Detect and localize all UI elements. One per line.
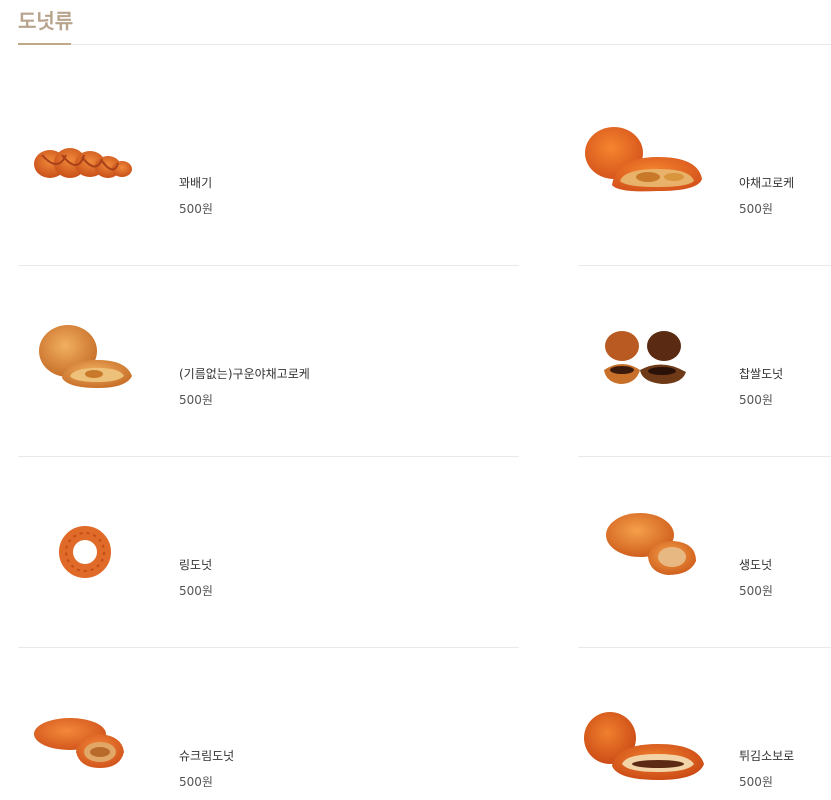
product-price: 500원 xyxy=(739,775,773,789)
product-item[interactable]: 찹쌀도넛 500원 xyxy=(578,266,831,457)
product-price: 500원 xyxy=(739,584,773,598)
product-item[interactable]: (기름없는)구운야채고로케 500원 xyxy=(18,266,519,457)
product-price: 500원 xyxy=(739,393,773,407)
product-name[interactable]: 생도넛 xyxy=(739,557,773,573)
ring-donut-icon[interactable] xyxy=(18,457,158,647)
product-item[interactable]: 야채고로케 500원 xyxy=(578,75,831,266)
product-grid: 꽈배기 500원 야채고로케 500원 (기름없는)구운야채고로케 500원 찹… xyxy=(0,45,831,800)
product-price: 500원 xyxy=(179,775,213,789)
vegetable-croquette-icon[interactable] xyxy=(578,75,718,265)
category-title: 도넛류 xyxy=(18,9,74,33)
product-name[interactable]: (기름없는)구운야채고로케 xyxy=(179,366,310,382)
product-name[interactable]: 야채고로케 xyxy=(739,175,794,191)
product-name[interactable]: 찹쌀도넛 xyxy=(739,366,783,382)
bakery-menu-page: 도넛류 꽈배기 500원 야채고로케 500원 (기름없는)구운야채고로케 50… xyxy=(0,0,831,800)
custard-donut-icon[interactable] xyxy=(18,648,158,800)
twisted-donut-icon[interactable] xyxy=(18,75,158,265)
product-price: 500원 xyxy=(179,584,213,598)
product-name[interactable]: 슈크림도넛 xyxy=(179,748,234,764)
fried-soboro-icon[interactable] xyxy=(578,648,718,800)
product-name[interactable]: 꽈배기 xyxy=(179,175,213,191)
cream-donut-icon[interactable] xyxy=(578,457,718,647)
baked-croquette-icon[interactable] xyxy=(18,266,158,456)
glutinous-rice-donut-icon[interactable] xyxy=(578,266,718,456)
product-item[interactable]: 링도넛 500원 xyxy=(18,457,519,648)
product-item[interactable]: 튀김소보로 500원 xyxy=(578,648,831,800)
product-item[interactable]: 슈크림도넛 500원 xyxy=(18,648,519,800)
product-item[interactable]: 생도넛 500원 xyxy=(578,457,831,648)
product-name[interactable]: 튀김소보로 xyxy=(739,748,794,764)
product-item[interactable]: 꽈배기 500원 xyxy=(18,75,519,266)
product-price: 500원 xyxy=(179,202,213,216)
product-price: 500원 xyxy=(739,202,773,216)
product-price: 500원 xyxy=(179,393,213,407)
product-name[interactable]: 링도넛 xyxy=(179,557,213,573)
